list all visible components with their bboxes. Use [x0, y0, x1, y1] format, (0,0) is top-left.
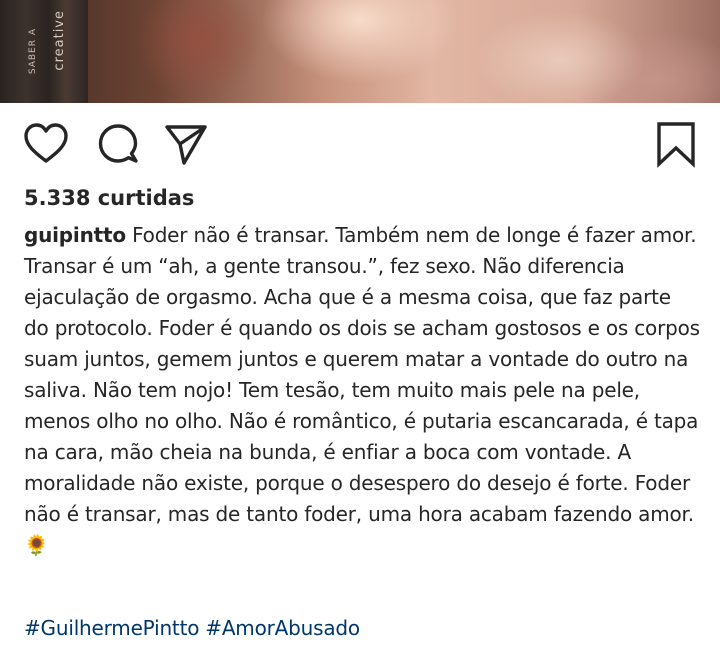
comment-icon[interactable] [94, 120, 142, 168]
book-spine-small-text: SABER A [28, 28, 38, 75]
post-photo[interactable]: creative SABER A [0, 0, 720, 103]
books-in-photo [0, 0, 88, 103]
share-icon[interactable] [162, 120, 210, 168]
bookmark-icon[interactable] [652, 120, 700, 168]
instagram-post: creative SABER A 5.338 curtidas guipintt… [0, 0, 720, 658]
sunflower-emoji: 🌻 [24, 533, 49, 557]
heart-icon[interactable] [22, 120, 70, 168]
hashtag-link[interactable]: #AmorAbusado [205, 616, 360, 640]
action-bar [0, 120, 720, 172]
hashtags: #GuilhermePintto #AmorAbusado [24, 616, 366, 640]
book-spine-text: creative [52, 10, 67, 71]
likes-count[interactable]: 5.338 curtidas [24, 186, 194, 210]
post-caption: guipintto Foder não é transar. Também ne… [24, 220, 700, 561]
caption-username[interactable]: guipintto [24, 223, 126, 247]
caption-text: Foder não é transar. Também nem de longe… [24, 223, 700, 526]
hashtag-link[interactable]: #GuilhermePintto [24, 616, 199, 640]
